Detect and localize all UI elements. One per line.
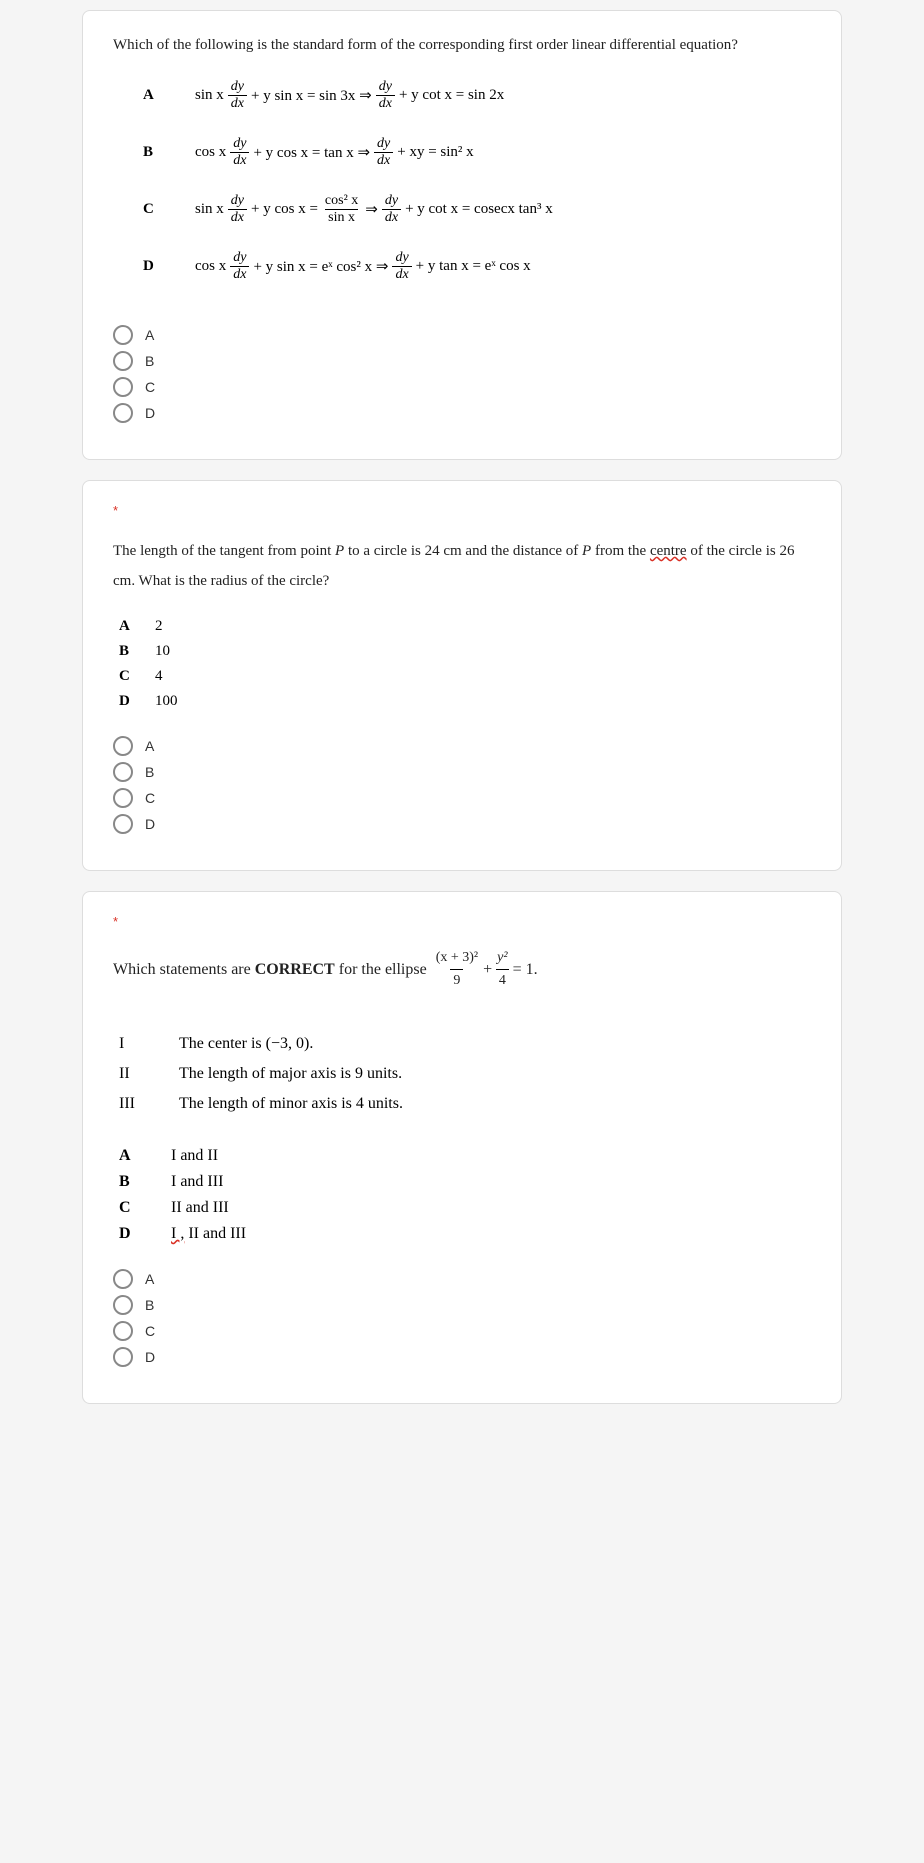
statement-i: IThe center is (−3, 0). [119, 1035, 811, 1053]
radio-icon [113, 403, 133, 423]
radio-option-d[interactable]: D [113, 403, 811, 423]
option-equation: sin x dydx + y cos x = cos² xsin x ⇒ dyd… [195, 193, 553, 226]
radio-icon [113, 1269, 133, 1289]
radio-option-b[interactable]: B [113, 1295, 811, 1315]
option-label: D [143, 258, 195, 275]
radio-icon [113, 736, 133, 756]
radio-option-a[interactable]: A [113, 325, 811, 345]
question-card-3: * Which statements are CORRECT for the e… [82, 891, 842, 1404]
radio-option-b[interactable]: B [113, 762, 811, 782]
radio-icon [113, 325, 133, 345]
radio-option-c[interactable]: C [113, 1321, 811, 1341]
question-prompt: Which statements are CORRECT for the ell… [113, 947, 811, 993]
radio-icon [113, 1321, 133, 1341]
radio-icon [113, 762, 133, 782]
radio-option-c[interactable]: C [113, 788, 811, 808]
option-equation: sin x dydx + y sin x = sin 3x ⇒ dydx + y… [195, 79, 504, 112]
radio-icon [113, 814, 133, 834]
option-value-d: D100 [119, 693, 811, 710]
radio-icon [113, 377, 133, 397]
radio-option-d[interactable]: D [113, 814, 811, 834]
radio-option-d[interactable]: D [113, 1347, 811, 1367]
question-prompt: Which of the following is the standard f… [113, 33, 811, 57]
option-label: C [143, 201, 195, 218]
question-card-1: Which of the following is the standard f… [82, 10, 842, 460]
question-card-2: * The length of the tangent from point P… [82, 480, 842, 871]
radio-option-a[interactable]: A [113, 736, 811, 756]
option-value-c: C4 [119, 668, 811, 685]
option-value-b: B10 [119, 643, 811, 660]
option-value-a: A2 [119, 618, 811, 635]
option-equation: cos x dydx + y sin x = eˣ cos² x ⇒ dydx … [195, 250, 531, 283]
radio-option-a[interactable]: A [113, 1269, 811, 1289]
option-row-a: A sin x dydx + y sin x = sin 3x ⇒ dydx +… [143, 79, 811, 112]
option-row-d: D cos x dydx + y sin x = eˣ cos² x ⇒ dyd… [143, 250, 811, 283]
radio-icon [113, 351, 133, 371]
question-prompt: The length of the tangent from point P t… [113, 536, 811, 596]
radio-option-c[interactable]: C [113, 377, 811, 397]
radio-option-b[interactable]: B [113, 351, 811, 371]
option-label: A [143, 87, 195, 104]
statement-iii: IIIThe length of minor axis is 4 units. [119, 1095, 811, 1113]
option-row-b: B cos x dydx + y cos x = tan x ⇒ dydx + … [143, 136, 811, 169]
radio-icon [113, 788, 133, 808]
required-asterisk: * [113, 503, 811, 518]
option-label: B [143, 144, 195, 161]
option-value-c: CII and III [119, 1199, 811, 1217]
radio-icon [113, 1347, 133, 1367]
required-asterisk: * [113, 914, 811, 929]
radio-icon [113, 1295, 133, 1315]
option-value-b: BI and III [119, 1173, 811, 1191]
statement-ii: IIThe length of major axis is 9 units. [119, 1065, 811, 1083]
option-equation: cos x dydx + y cos x = tan x ⇒ dydx + xy… [195, 136, 474, 169]
option-row-c: C sin x dydx + y cos x = cos² xsin x ⇒ d… [143, 193, 811, 226]
option-value-a: AI and II [119, 1147, 811, 1165]
option-value-d: DI , II and III [119, 1225, 811, 1243]
